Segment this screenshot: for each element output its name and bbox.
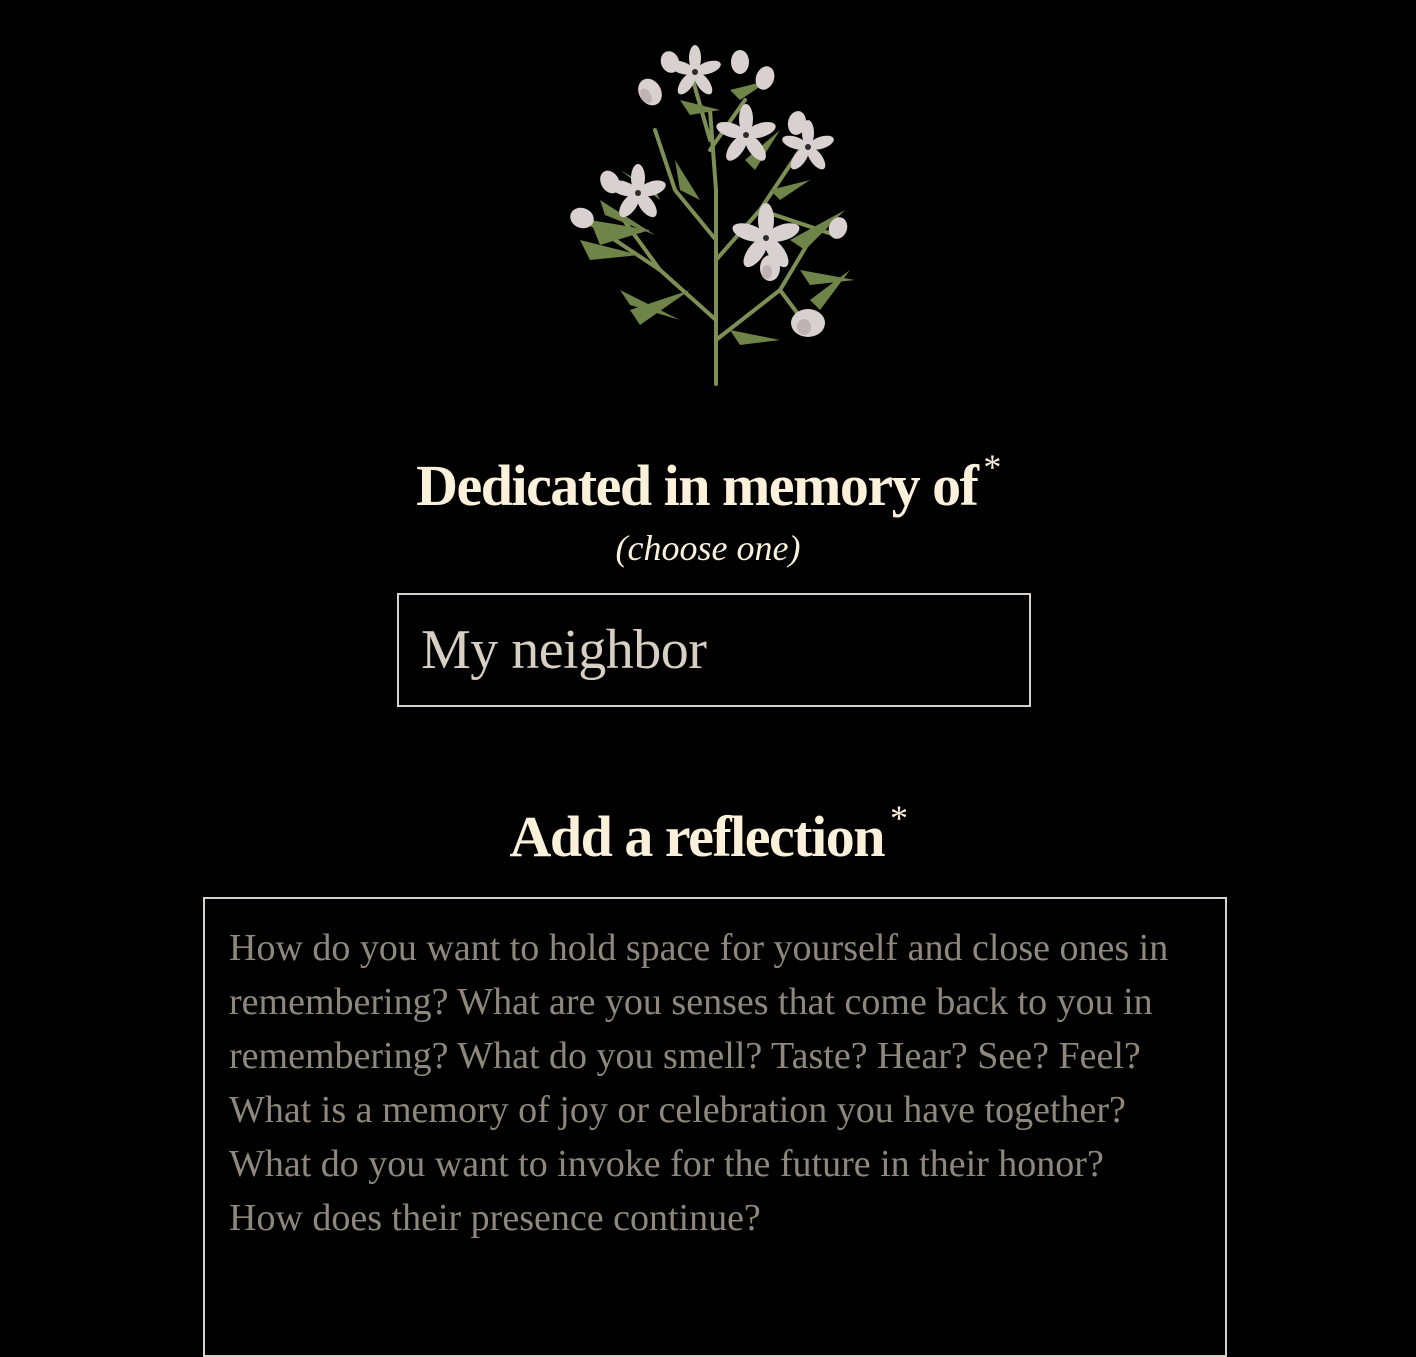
required-asterisk: * xyxy=(889,798,908,838)
dedication-hint: (choose one) xyxy=(615,528,801,568)
wildflower-illustration-icon xyxy=(560,40,870,390)
reflection-heading: Add a reflection * xyxy=(0,798,1416,870)
dedication-selected-value: My neighbor xyxy=(421,619,707,681)
reflection-placeholder: How do you want to hold space for yourse… xyxy=(229,927,1169,1239)
reflection-label: Add a reflection xyxy=(509,804,886,869)
required-asterisk: * xyxy=(983,447,1001,487)
dedication-heading: Dedicated in memory of * xyxy=(0,447,1416,519)
dedication-label: Dedicated in memory of xyxy=(416,453,979,518)
dedication-select[interactable]: My neighbor xyxy=(397,593,1031,707)
reflection-textarea[interactable]: How do you want to hold space for yourse… xyxy=(203,897,1227,1357)
